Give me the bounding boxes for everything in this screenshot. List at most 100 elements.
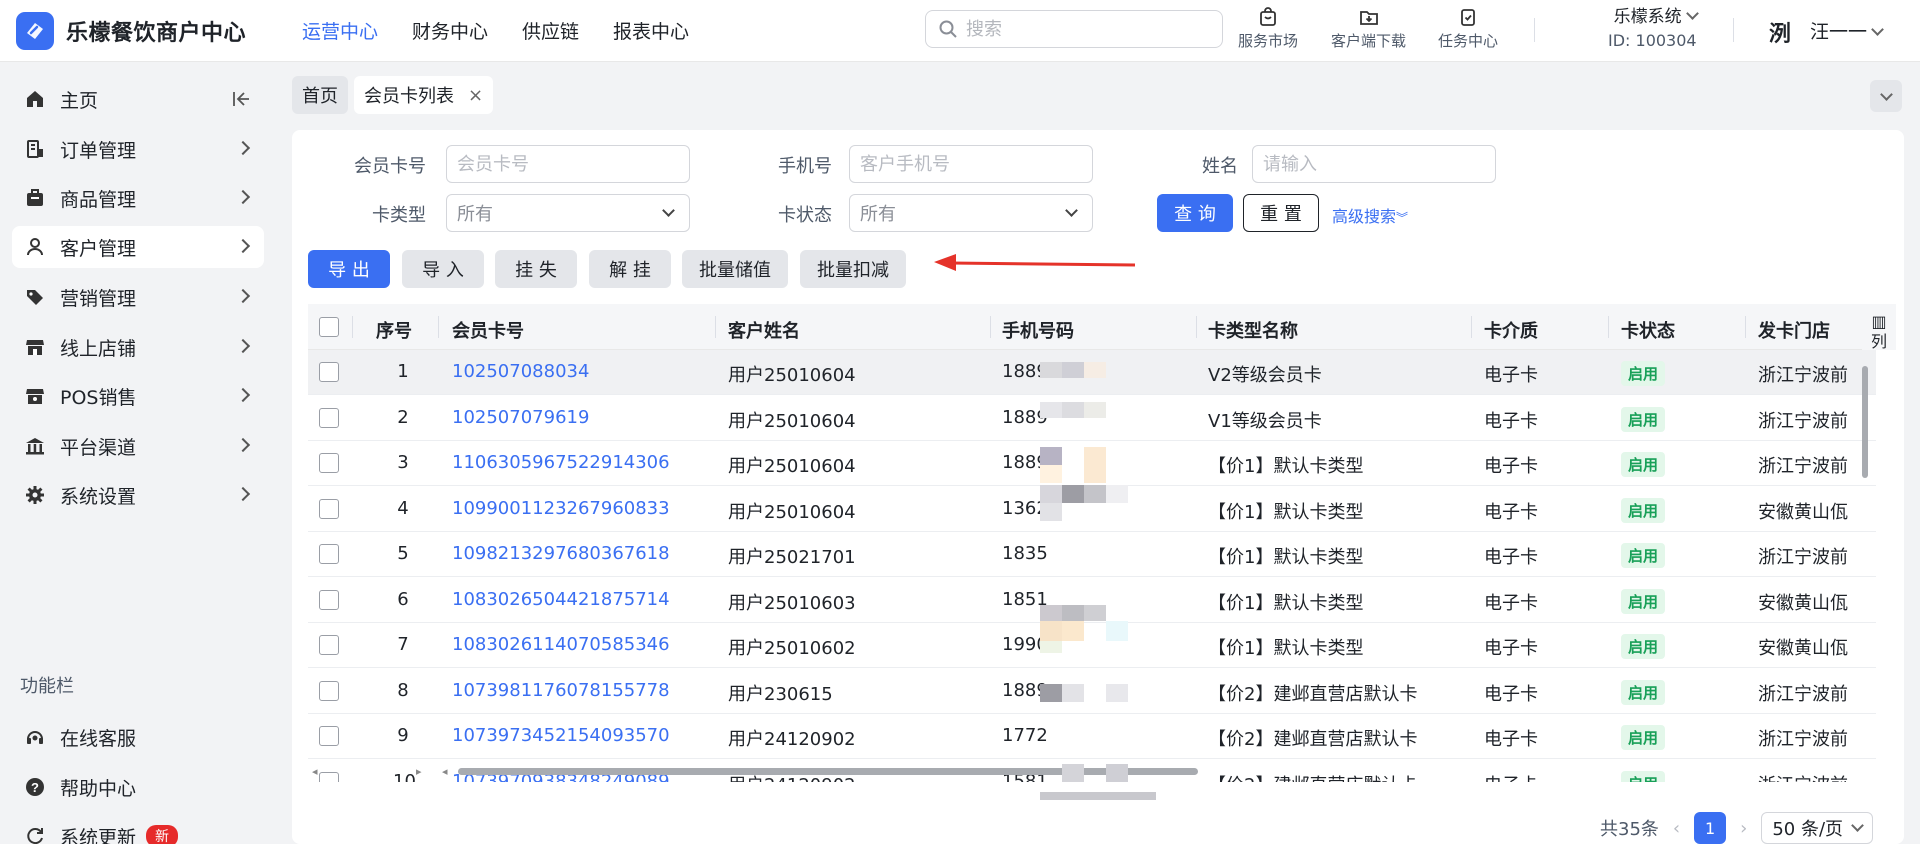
- cell-card-no[interactable]: 1073973452154093570: [452, 725, 670, 746]
- cell-index: 5: [397, 543, 409, 564]
- nav-finance[interactable]: 财务中心: [412, 17, 488, 44]
- sidebar-item-label: 线上店铺: [60, 337, 137, 360]
- chevron-right-icon: [235, 238, 251, 254]
- status-badge: 启用: [1621, 497, 1666, 523]
- query-button[interactable]: 查 询: [1157, 194, 1233, 232]
- cell-card-no[interactable]: 1106305967522914306: [452, 452, 670, 473]
- card-type-select[interactable]: 所有: [446, 194, 690, 232]
- tabs-dropdown-button[interactable]: [1870, 80, 1902, 112]
- user-menu[interactable]: 汪一一: [1810, 17, 1884, 44]
- avatar[interactable]: 洌: [1762, 14, 1798, 50]
- cell-store: 浙江宁波前: [1758, 683, 1848, 705]
- sidebar-item-label: POS销售: [60, 386, 137, 409]
- scroll-left-icon[interactable]: ◂: [312, 765, 318, 778]
- vertical-scrollbar-thumb[interactable]: [1862, 366, 1868, 478]
- col-store: 发卡门店: [1758, 321, 1830, 342]
- row-checkbox[interactable]: [319, 589, 339, 610]
- row-checkbox[interactable]: [319, 680, 339, 701]
- cell-card-type: 【价2】建邺直营店默认卡: [1208, 729, 1418, 750]
- help-question-icon: ?: [24, 776, 46, 798]
- batch-deduct-button[interactable]: 批量扣减: [800, 250, 906, 288]
- collapse-sidebar-icon[interactable]: [230, 88, 252, 110]
- global-search[interactable]: [925, 10, 1223, 48]
- sidebar-item-customers[interactable]: 客户管理: [12, 226, 264, 268]
- reset-button[interactable]: 重 置: [1243, 194, 1319, 232]
- client-download-button[interactable]: 客户端下载: [1331, 6, 1406, 51]
- cell-card-no[interactable]: 1073981176078155778: [452, 680, 670, 701]
- prev-page-icon[interactable]: ‹: [1673, 818, 1680, 839]
- search-icon: [939, 20, 957, 38]
- card-no-field[interactable]: [446, 145, 690, 183]
- row-checkbox[interactable]: [319, 453, 339, 473]
- unfreeze-button[interactable]: 解 挂: [589, 250, 671, 288]
- cell-card-type: V2等级会员卡: [1208, 365, 1322, 386]
- cell-card-no[interactable]: 1083026114070585346: [452, 634, 670, 655]
- page-number-current[interactable]: 1: [1694, 812, 1727, 844]
- card-status-select[interactable]: 所有: [849, 194, 1093, 232]
- batch-recharge-button[interactable]: 批量储值: [682, 250, 788, 288]
- row-checkbox[interactable]: [319, 498, 339, 519]
- close-icon[interactable]: ×: [468, 85, 483, 106]
- scroll-left-icon[interactable]: ◂: [442, 765, 448, 778]
- cell-customer-name: 用户25010604: [728, 365, 856, 386]
- cell-card-no[interactable]: 1099001123267960833: [452, 498, 670, 519]
- sidebar-item-products[interactable]: 商品管理: [12, 177, 264, 219]
- app-logo-icon[interactable]: [16, 12, 54, 50]
- phone-field[interactable]: [849, 145, 1093, 183]
- row-checkbox[interactable]: [319, 635, 339, 655]
- sidebar-item-online-service[interactable]: 在线客服: [12, 716, 264, 758]
- tab-member-card-list[interactable]: 会员卡列表 ×: [354, 76, 494, 114]
- select-all-checkbox[interactable]: [319, 317, 339, 337]
- column-setting-button[interactable]: ▥ 列: [1862, 304, 1896, 351]
- sidebar-item-online-store[interactable]: 线上店铺: [12, 326, 264, 368]
- export-button[interactable]: 导 出: [308, 250, 390, 288]
- name-input[interactable]: [1263, 153, 1495, 175]
- sidebar-item-marketing[interactable]: 营销管理: [12, 276, 264, 318]
- horizontal-scrollbar[interactable]: ◂ ▸ ◂: [308, 762, 1876, 780]
- sidebar-item-home[interactable]: 主页: [12, 78, 264, 120]
- status-badge: 启用: [1621, 361, 1666, 386]
- sidebar-item-settings[interactable]: 系统设置: [12, 474, 264, 516]
- nav-supply-chain[interactable]: 供应链: [522, 17, 579, 44]
- search-input[interactable]: [966, 18, 1206, 40]
- next-page-icon[interactable]: ›: [1740, 818, 1747, 839]
- card-status-label: 卡状态: [778, 205, 832, 226]
- report-loss-button[interactable]: 挂 失: [495, 250, 577, 288]
- sidebar-item-help-center[interactable]: ? 帮助中心: [12, 766, 264, 808]
- sidebar-item-platform-channels[interactable]: 平台渠道: [12, 425, 264, 467]
- page-size-select[interactable]: 50 条/页: [1761, 812, 1874, 844]
- sidebar-item-orders[interactable]: 订单管理: [12, 128, 264, 170]
- row-checkbox[interactable]: [319, 726, 339, 746]
- phone-input[interactable]: [860, 153, 1092, 175]
- nav-reports[interactable]: 报表中心: [613, 17, 689, 44]
- sidebar-item-pos-sales[interactable]: POS销售: [12, 375, 264, 417]
- cell-card-no[interactable]: 1083026504421875714: [452, 589, 670, 610]
- column-divider: [990, 316, 991, 338]
- scroll-right-icon[interactable]: ▸: [416, 765, 422, 778]
- columns-icon: ▥: [1871, 312, 1887, 331]
- task-center-button[interactable]: 任务中心: [1438, 6, 1498, 51]
- cell-customer-name: 用户25010604: [728, 410, 856, 432]
- advanced-search-link[interactable]: 高级搜索︾: [1332, 203, 1408, 227]
- row-checkbox[interactable]: [319, 362, 339, 382]
- cell-card-type: 【价1】默认卡类型: [1208, 592, 1364, 614]
- system-switcher[interactable]: 乐檬系统 ID: 100304: [1608, 5, 1699, 53]
- row-checkbox[interactable]: [319, 407, 339, 428]
- cell-card-no[interactable]: 1098213297680367618: [452, 543, 670, 564]
- header-divider: [1534, 18, 1535, 42]
- cell-card-no[interactable]: 102507088034: [452, 361, 589, 382]
- tab-home[interactable]: 首页: [292, 76, 348, 114]
- name-field[interactable]: [1252, 145, 1496, 183]
- nav-operations[interactable]: 运营中心: [302, 17, 378, 44]
- scrollbar-thumb[interactable]: [458, 768, 1198, 775]
- cell-card-no[interactable]: 102507079619: [452, 407, 589, 428]
- sidebar-item-system-update[interactable]: 系统更新 新: [12, 815, 264, 844]
- service-market-button[interactable]: 服务市场: [1238, 6, 1298, 51]
- cell-store: 浙江宁波前: [1758, 456, 1848, 477]
- row-checkbox[interactable]: [319, 544, 339, 564]
- cell-card-type: V1等级会员卡: [1208, 410, 1322, 432]
- top-nav: 运营中心 财务中心 供应链 报表中心: [302, 17, 689, 44]
- card-no-input[interactable]: [457, 153, 689, 175]
- import-button[interactable]: 导 入: [402, 250, 484, 288]
- bank-building-icon: [24, 435, 46, 457]
